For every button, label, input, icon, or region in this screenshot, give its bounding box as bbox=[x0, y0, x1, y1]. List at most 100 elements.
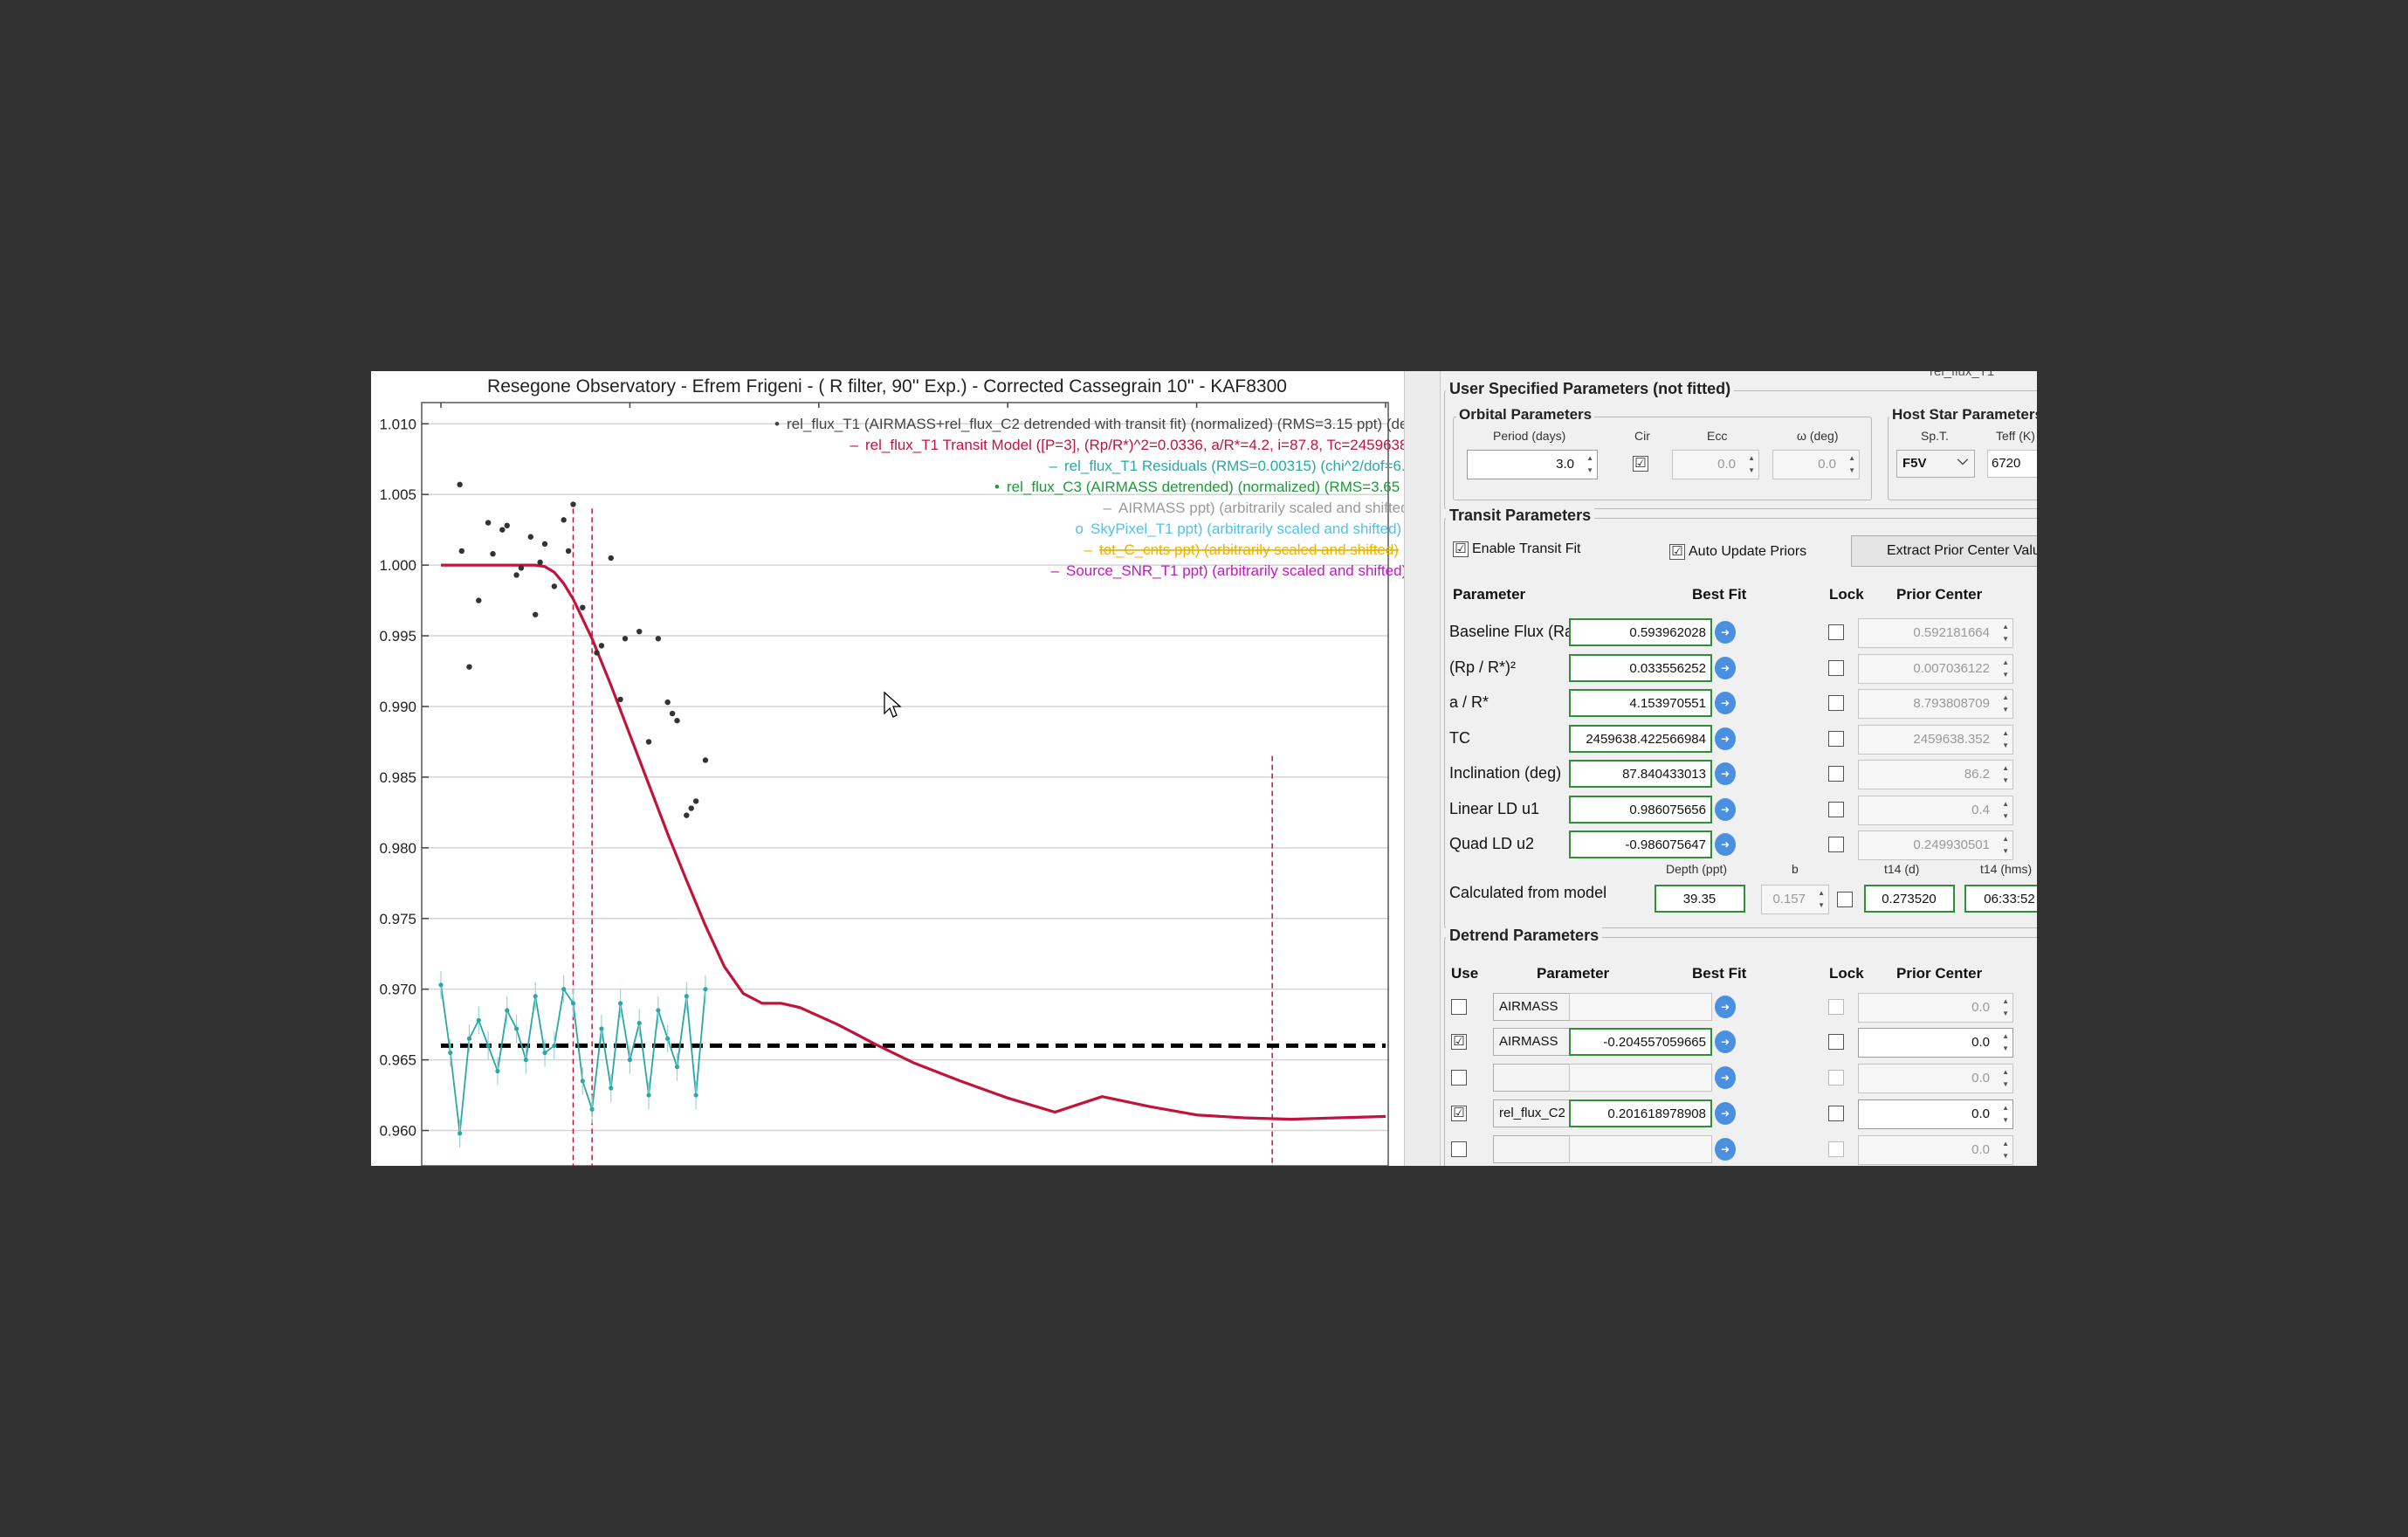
detrend-lock-checkbox[interactable] bbox=[1828, 1141, 1844, 1157]
detrend-best-fit[interactable]: -0.204557059665 bbox=[1569, 1028, 1712, 1056]
transit-row-label: Linear LD u1 bbox=[1449, 800, 1540, 817]
copy-to-prior-arrow-icon[interactable]: ➜ bbox=[1715, 657, 1736, 679]
legend-marker: – bbox=[1049, 458, 1058, 474]
transit-row-prior-center[interactable]: 0.007036122 bbox=[1858, 654, 2013, 684]
plot-frame bbox=[421, 402, 1389, 1166]
detrend-best-fit[interactable]: 0.201618978908 bbox=[1569, 1099, 1712, 1127]
panel-top-fragment: rel_flux_T1 bbox=[1930, 371, 1995, 379]
plot-title: Resegone Observatory - Efrem Frigeni - (… bbox=[487, 376, 1287, 396]
y-tick-label: 0.985 bbox=[379, 769, 416, 786]
residual-point bbox=[523, 1058, 528, 1063]
residual-point bbox=[495, 1068, 500, 1074]
mouse-cursor-icon bbox=[884, 691, 902, 718]
panel-splitter[interactable] bbox=[1404, 371, 1441, 1166]
transit-row-prior-center[interactable]: 0.249930501 bbox=[1858, 831, 2013, 860]
transit-row-lock-checkbox[interactable] bbox=[1828, 624, 1844, 640]
copy-to-prior-arrow-icon[interactable]: ➜ bbox=[1715, 1066, 1736, 1089]
extract-prior-center-button[interactable]: Extract Prior Center Values bbox=[1851, 535, 2037, 567]
copy-to-prior-arrow-icon[interactable]: ➜ bbox=[1715, 621, 1736, 644]
impact-parameter-spinner[interactable]: 0.157 bbox=[1761, 885, 1829, 914]
copy-to-prior-arrow-icon[interactable]: ➜ bbox=[1715, 692, 1736, 714]
detrend-prior-center[interactable]: 0.0 bbox=[1858, 1135, 2013, 1165]
flux-data-point bbox=[664, 699, 671, 706]
detrend-use-checkbox[interactable] bbox=[1451, 1141, 1467, 1157]
transit-row-best-fit[interactable]: -0.986075647 bbox=[1569, 831, 1712, 858]
copy-to-prior-arrow-icon[interactable]: ➜ bbox=[1715, 1138, 1736, 1161]
transit-row-best-fit[interactable]: 2459638.422566984 bbox=[1569, 725, 1712, 753]
residual-point bbox=[552, 1043, 557, 1049]
transit-row-lock-checkbox[interactable] bbox=[1828, 802, 1844, 817]
legend-entry: AIRMASS ppt) (arbitrarily scaled and shi… bbox=[1118, 500, 1404, 516]
auto-update-priors-label: Auto Update Priors bbox=[1689, 544, 1807, 559]
flux-data-point bbox=[499, 527, 506, 533]
transit-row-prior-center[interactable]: 86.2 bbox=[1858, 760, 2013, 789]
transit-row-prior-center[interactable]: 2459638.352 bbox=[1858, 725, 2013, 755]
detrend-best-fit[interactable] bbox=[1569, 1064, 1712, 1092]
detrend-lock-checkbox[interactable] bbox=[1828, 1034, 1844, 1050]
transit-col-prior-center: Prior Center bbox=[1896, 586, 1983, 603]
copy-to-prior-arrow-icon[interactable]: ➜ bbox=[1715, 996, 1736, 1018]
detrend-prior-center[interactable]: 0.0 bbox=[1858, 1064, 2013, 1093]
copy-to-prior-arrow-icon[interactable]: ➜ bbox=[1715, 833, 1736, 856]
flux-data-point bbox=[598, 643, 605, 649]
detrend-lock-checkbox[interactable] bbox=[1828, 999, 1844, 1015]
eccentricity-spinner[interactable]: 0.0 bbox=[1672, 450, 1759, 479]
transit-row-lock-checkbox[interactable] bbox=[1828, 766, 1844, 782]
copy-to-prior-arrow-icon[interactable]: ➜ bbox=[1715, 1102, 1736, 1125]
impact-parameter-lock[interactable] bbox=[1837, 892, 1853, 907]
copy-to-prior-arrow-icon[interactable]: ➜ bbox=[1715, 727, 1736, 750]
transit-row-lock-checkbox[interactable] bbox=[1828, 731, 1844, 747]
legend-entry: SkyPixel_T1 ppt) (arbitrarily scaled and… bbox=[1090, 520, 1401, 537]
residual-point bbox=[458, 1131, 463, 1136]
teff-field[interactable]: 6720 bbox=[1987, 450, 2037, 478]
detrend-use-checkbox[interactable] bbox=[1451, 1070, 1467, 1086]
circular-orbit-checkbox[interactable]: ☑ bbox=[1633, 456, 1648, 472]
auto-update-priors-checkbox[interactable]: ☑ bbox=[1669, 544, 1685, 560]
transit-row-label: TC bbox=[1449, 729, 1470, 747]
transit-row-best-fit[interactable]: 0.593962028 bbox=[1569, 618, 1712, 646]
screen-capture: Resegone Observatory - Efrem Frigeni - (… bbox=[371, 371, 2037, 1166]
legend-entry: rel_flux_T1 Residuals (RMS=0.00315) (chi… bbox=[1064, 458, 1404, 474]
detrend-use-checkbox[interactable]: ☑ bbox=[1451, 1034, 1467, 1050]
detrend-col-parameter: Parameter bbox=[1537, 965, 1610, 982]
spectral-type-select[interactable]: F5V bbox=[1896, 450, 1975, 478]
detrend-best-fit[interactable] bbox=[1569, 993, 1712, 1021]
enable-transit-fit-checkbox[interactable]: ☑ bbox=[1453, 541, 1469, 557]
transit-row-best-fit[interactable]: 0.986075656 bbox=[1569, 796, 1712, 824]
flux-data-point bbox=[533, 611, 539, 617]
flux-data-point bbox=[636, 629, 643, 635]
flux-data-point bbox=[565, 548, 572, 555]
transit-row-lock-checkbox[interactable] bbox=[1828, 660, 1844, 676]
t14-hms-field: 06:33:52 bbox=[1964, 885, 2037, 913]
b-label: b bbox=[1792, 862, 1799, 876]
copy-to-prior-arrow-icon[interactable]: ➜ bbox=[1715, 798, 1736, 821]
transit-row-best-fit[interactable]: 4.153970551 bbox=[1569, 689, 1712, 717]
transit-row-lock-checkbox[interactable] bbox=[1828, 695, 1844, 711]
detrend-use-checkbox[interactable] bbox=[1451, 999, 1467, 1015]
legend-entry: rel_flux_C3 (AIRMASS detrended) (normali… bbox=[1007, 479, 1404, 495]
flux-data-point bbox=[561, 517, 567, 523]
detrend-lock-checkbox[interactable] bbox=[1828, 1106, 1844, 1121]
detrend-use-checkbox[interactable]: ☑ bbox=[1451, 1106, 1467, 1121]
legend-marker: • bbox=[994, 479, 1000, 495]
detrend-prior-center[interactable]: 0.0 bbox=[1858, 1099, 2013, 1129]
transit-row-prior-center[interactable]: 0.592181664 bbox=[1858, 618, 2013, 648]
period-spinner[interactable]: 3.0 bbox=[1467, 450, 1598, 479]
transit-row-best-fit[interactable]: 87.840433013 bbox=[1569, 760, 1712, 788]
detrend-best-fit[interactable] bbox=[1569, 1135, 1712, 1163]
flux-data-point bbox=[702, 757, 709, 763]
detrend-prior-center[interactable]: 0.0 bbox=[1858, 1028, 2013, 1058]
residual-point bbox=[448, 1050, 453, 1056]
plot-legend: • rel_flux_T1 (AIRMASS+rel_flux_C2 detren… bbox=[774, 416, 1404, 579]
residual-point bbox=[617, 1001, 623, 1006]
transit-row-lock-checkbox[interactable] bbox=[1828, 837, 1844, 852]
detrend-prior-center[interactable]: 0.0 bbox=[1858, 993, 2013, 1023]
transit-row-prior-center[interactable]: 0.4 bbox=[1858, 796, 2013, 825]
copy-to-prior-arrow-icon[interactable]: ➜ bbox=[1715, 1030, 1736, 1053]
transit-row-best-fit[interactable]: 0.033556252 bbox=[1569, 654, 1712, 682]
legend-marker: – bbox=[1084, 541, 1093, 558]
omega-spinner[interactable]: 0.0 bbox=[1772, 450, 1860, 479]
transit-row-prior-center[interactable]: 8.793808709 bbox=[1858, 689, 2013, 719]
detrend-lock-checkbox[interactable] bbox=[1828, 1070, 1844, 1086]
copy-to-prior-arrow-icon[interactable]: ➜ bbox=[1715, 762, 1736, 785]
